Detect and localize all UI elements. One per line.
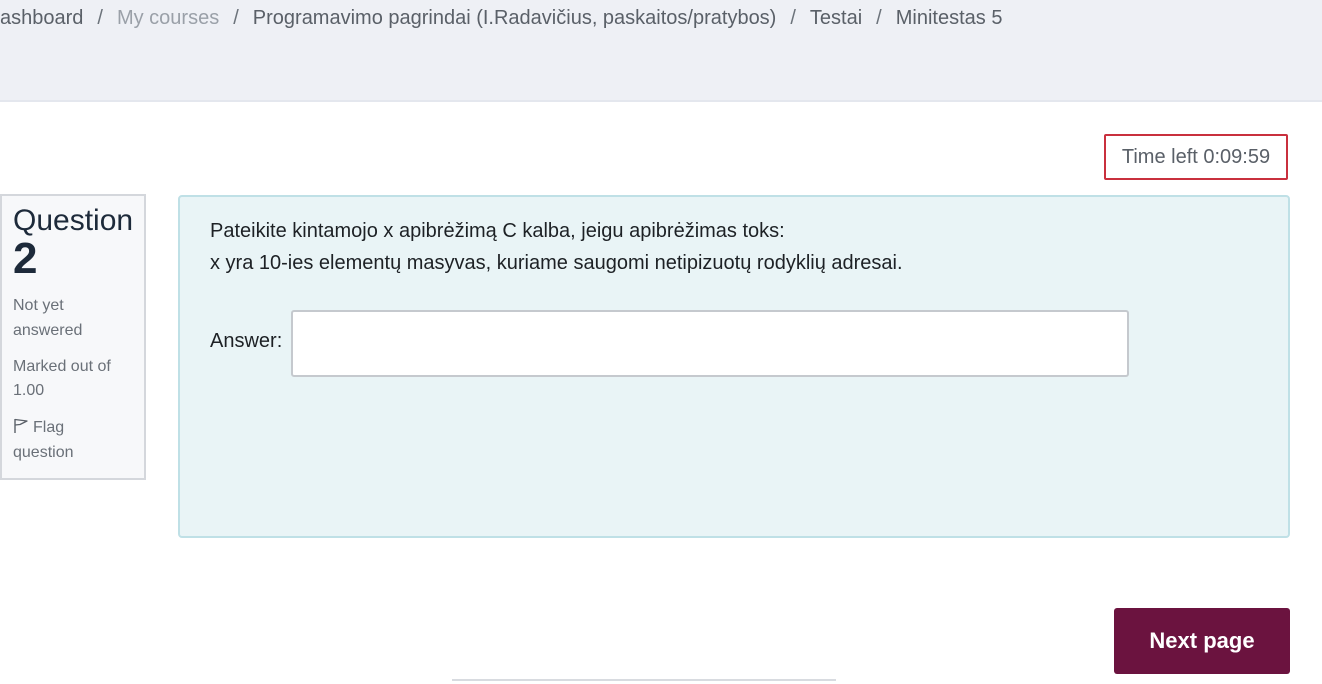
question-text-line: Pateikite kintamojo x apibrėžimą C kalba… bbox=[210, 220, 785, 242]
question-grade-line: Marked out of bbox=[13, 358, 111, 375]
question-state-line: Not yet bbox=[13, 297, 64, 314]
breadcrumb-separator: / bbox=[233, 6, 239, 29]
breadcrumb-my-courses[interactable]: My courses bbox=[117, 7, 219, 30]
breadcrumb-dashboard[interactable]: ashboard bbox=[0, 7, 83, 30]
answer-label: Answer: bbox=[210, 330, 283, 352]
flag-label-line: question bbox=[13, 444, 74, 461]
question-state-line: answered bbox=[13, 322, 83, 339]
question-grade-line: 1.00 bbox=[13, 382, 45, 399]
breadcrumb: ashboard / My courses / Programavimo pag… bbox=[0, 4, 1002, 32]
question-text-line: x yra 10-ies elementų masyvas, kuriame s… bbox=[210, 252, 903, 274]
flag-icon bbox=[13, 418, 33, 436]
question-info-panel: Question 2 Not yet answered Marked out o… bbox=[0, 194, 146, 480]
breadcrumb-separator: / bbox=[876, 6, 882, 29]
question-grade: Marked out of 1.00 bbox=[13, 355, 134, 403]
quiz-timer: Time left 0:09:59 bbox=[1104, 134, 1288, 180]
answer-input[interactable] bbox=[291, 310, 1129, 377]
question-content: Pateikite kintamojo x apibrėžimą C kalba… bbox=[178, 195, 1290, 538]
question-state: Not yet answered bbox=[13, 293, 134, 343]
flag-question-link[interactable]: Flag question bbox=[13, 415, 134, 465]
breadcrumb-quiz[interactable]: Minitestas 5 bbox=[896, 7, 1003, 30]
question-number: 2 bbox=[13, 234, 38, 283]
next-page-button[interactable]: Next page bbox=[1114, 608, 1290, 674]
breadcrumb-separator: / bbox=[97, 6, 103, 29]
breadcrumb-tests[interactable]: Testai bbox=[810, 7, 862, 30]
page-header: ashboard / My courses / Programavimo pag… bbox=[0, 0, 1322, 102]
breadcrumb-separator: / bbox=[790, 6, 796, 29]
question-label: Question bbox=[13, 204, 134, 237]
flag-label-line: Flag bbox=[33, 419, 65, 436]
question-text: Pateikite kintamojo x apibrėžimą C kalba… bbox=[210, 215, 903, 279]
breadcrumb-course[interactable]: Programavimo pagrindai (I.Radavičius, pa… bbox=[253, 7, 777, 30]
